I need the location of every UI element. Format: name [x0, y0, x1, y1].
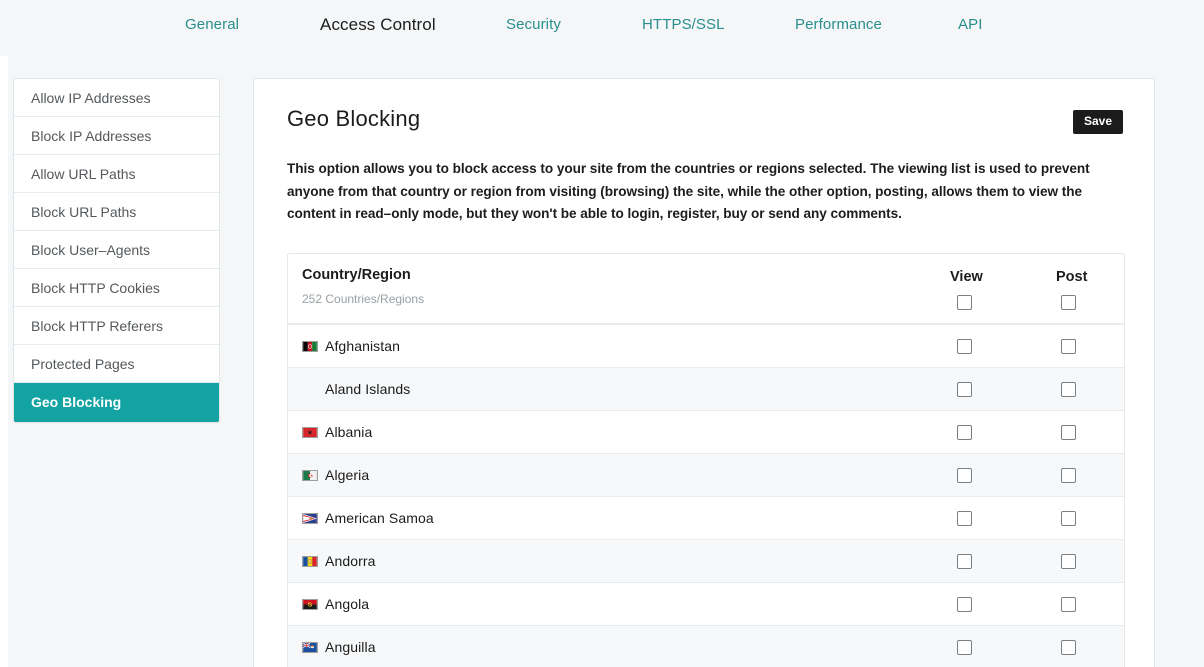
left-gutter [0, 0, 8, 667]
sidebar-item-protected-pages[interactable]: Protected Pages [14, 345, 219, 383]
select-all-view-checkbox[interactable] [957, 295, 972, 310]
flag-icon [302, 599, 318, 610]
view-checkbox[interactable] [957, 382, 972, 397]
country-name: Andorra [325, 553, 376, 569]
table-row: Albania [288, 411, 1124, 454]
table-row: Andorra [288, 540, 1124, 583]
table-row: Aland Islands [288, 368, 1124, 411]
page-title: Geo Blocking [287, 105, 1121, 133]
post-checkbox[interactable] [1061, 425, 1076, 440]
country-name: Albania [325, 424, 372, 440]
flag-icon [302, 556, 318, 567]
flag-icon [302, 642, 318, 653]
table-row: Algeria [288, 454, 1124, 497]
flag-icon [302, 513, 318, 524]
flag-icon [302, 427, 318, 438]
description-text: This option allows you to block access t… [287, 158, 1121, 226]
sidebar-item-allow-url-paths[interactable]: Allow URL Paths [14, 155, 219, 193]
sidebar-item-block-http-cookies[interactable]: Block HTTP Cookies [14, 269, 219, 307]
sidebar-item-geo-blocking[interactable]: Geo Blocking [14, 383, 219, 422]
view-checkbox[interactable] [957, 468, 972, 483]
nav-tab-access-control[interactable]: Access Control [320, 15, 436, 35]
post-checkbox[interactable] [1061, 597, 1076, 612]
nav-tab-https-ssl[interactable]: HTTPS/SSL [642, 16, 725, 33]
sidebar: Allow IP AddressesBlock IP AddressesAllo… [13, 78, 220, 423]
country-name: Anguilla [325, 639, 376, 655]
view-checkbox[interactable] [957, 597, 972, 612]
sidebar-item-block-url-paths[interactable]: Block URL Paths [14, 193, 219, 231]
view-checkbox[interactable] [957, 511, 972, 526]
flag-icon [302, 470, 318, 481]
country-name: Afghanistan [325, 338, 400, 354]
nav-tab-security[interactable]: Security [506, 16, 561, 33]
flag-icon [302, 341, 318, 352]
table-row: Afghanistan [288, 325, 1124, 368]
sidebar-item-block-user-agents[interactable]: Block User–Agents [14, 231, 219, 269]
country-count-label: 252 Countries/Regions [302, 292, 424, 306]
post-checkbox[interactable] [1061, 382, 1076, 397]
column-header-view: View [950, 269, 983, 285]
table-row: American Samoa [288, 497, 1124, 540]
country-name: Algeria [325, 467, 369, 483]
nav-tab-general[interactable]: General [185, 16, 239, 33]
sidebar-item-block-http-referers[interactable]: Block HTTP Referers [14, 307, 219, 345]
country-name: Aland Islands [325, 381, 410, 397]
sidebar-item-block-ip-addresses[interactable]: Block IP Addresses [14, 117, 219, 155]
sidebar-item-allow-ip-addresses[interactable]: Allow IP Addresses [14, 79, 219, 117]
select-all-post-checkbox[interactable] [1061, 295, 1076, 310]
top-navigation: General Access Control Security HTTPS/SSL Pe… [0, 0, 1204, 56]
post-checkbox[interactable] [1061, 640, 1076, 655]
view-checkbox[interactable] [957, 425, 972, 440]
column-header-country: Country/Region [302, 267, 411, 283]
post-checkbox[interactable] [1061, 511, 1076, 526]
table-header-row: Country/Region 252 Countries/Regions Vie… [288, 254, 1124, 325]
page-root: General Access Control Security HTTPS/SSL Pe… [0, 0, 1204, 667]
top-navigation-tabs: General Access Control Security HTTPS/SSL Pe… [0, 0, 1204, 56]
country-name: American Samoa [325, 510, 434, 526]
post-checkbox[interactable] [1061, 468, 1076, 483]
view-checkbox[interactable] [957, 554, 972, 569]
table-row: Angola [288, 583, 1124, 626]
save-button[interactable]: Save [1073, 110, 1123, 134]
post-checkbox[interactable] [1061, 339, 1076, 354]
geo-blocking-table: Country/Region 252 Countries/Regions Vie… [287, 253, 1125, 667]
view-checkbox[interactable] [957, 339, 972, 354]
post-checkbox[interactable] [1061, 554, 1076, 569]
main-content-card: Geo Blocking Save This option allows you… [253, 78, 1155, 667]
table-row: Anguilla [288, 626, 1124, 667]
nav-tab-api[interactable]: API [958, 16, 982, 33]
country-name: Angola [325, 596, 369, 612]
column-header-post: Post [1056, 269, 1087, 285]
view-checkbox[interactable] [957, 640, 972, 655]
nav-tab-performance[interactable]: Performance [795, 16, 882, 33]
